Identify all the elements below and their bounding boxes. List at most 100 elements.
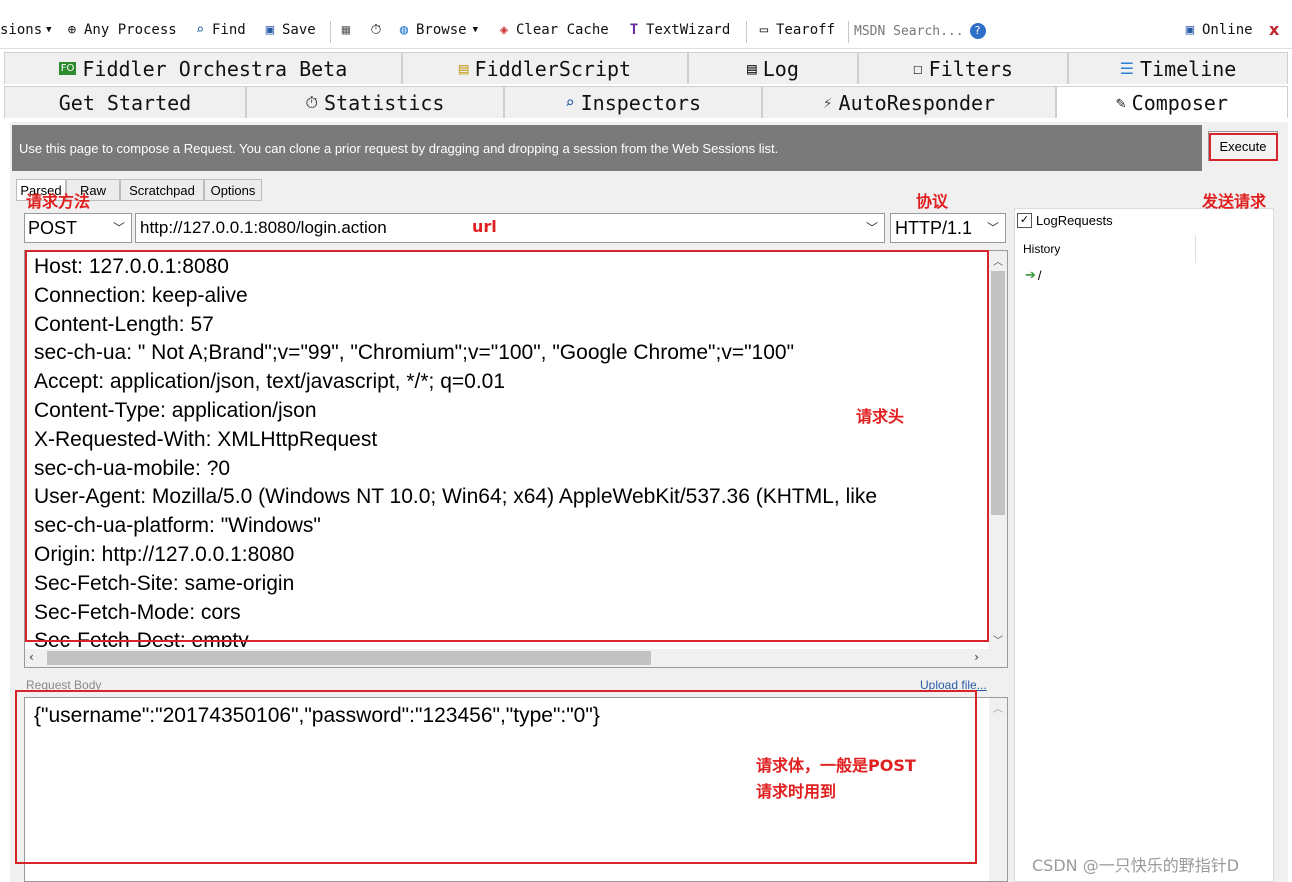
method-select[interactable]: POST ﹀: [24, 213, 132, 243]
request-body-text: {"username":"20174350106","password":"12…: [34, 704, 600, 728]
msdn-search-placeholder: MSDN Search...: [854, 24, 964, 39]
tab-get-started[interactable]: Get Started: [4, 86, 246, 118]
network-icon: ▣: [1182, 22, 1198, 38]
toolbar-separator: [848, 21, 849, 43]
protocol-value: HTTP/1.1: [895, 218, 972, 239]
inspect-icon: ⌕: [565, 93, 575, 112]
tab-label: Inspectors: [581, 91, 701, 115]
tab-timeline[interactable]: ☰ Timeline: [1068, 52, 1288, 84]
header-line: sec-ch-ua-platform: "Windows": [34, 512, 976, 541]
header-line: Sec-Fetch-Dest: empty: [34, 627, 976, 647]
clear-cache-button[interactable]: ◈ Clear Cache: [496, 22, 609, 38]
tab-log[interactable]: ▤ Log: [688, 52, 858, 84]
save-button[interactable]: ▣ Save: [262, 22, 316, 38]
vertical-scrollbar[interactable]: ︿: [989, 698, 1007, 881]
tab-statistics[interactable]: ⏱ Statistics: [246, 86, 504, 118]
method-value: POST: [28, 218, 77, 239]
scroll-down-icon[interactable]: ﹀: [993, 632, 1003, 647]
request-arrow-icon: ➔: [1025, 267, 1036, 283]
chevron-down-icon: ﹀: [866, 219, 878, 236]
close-button[interactable]: x: [1269, 20, 1279, 39]
request-body-editor[interactable]: {"username":"20174350106","password":"12…: [24, 697, 1008, 882]
browse-label: Browse: [416, 22, 467, 38]
header-line: Host: 127.0.0.1:8080: [34, 253, 976, 282]
horizontal-scrollbar[interactable]: ‹ ›: [25, 649, 1007, 667]
close-icon: x: [1269, 20, 1279, 39]
history-item-label: /: [1038, 268, 1042, 283]
tab-fiddler-orchestra[interactable]: FO Fiddler Orchestra Beta: [4, 52, 402, 84]
request-body-label: Request Body: [26, 678, 101, 692]
textwizard-button[interactable]: T TextWizard: [626, 22, 730, 38]
history-item[interactable]: ➔ /: [1025, 267, 1042, 283]
fo-badge-icon: FO: [59, 62, 77, 75]
timer-button[interactable]: ⏱: [368, 22, 388, 38]
any-process-button[interactable]: ⊕ Any Process: [64, 22, 177, 38]
history-panel: ✓ LogRequests History ➔ /: [1014, 208, 1274, 882]
header-line: X-Requested-With: XMLHttpRequest: [34, 426, 976, 455]
msdn-search-input[interactable]: MSDN Search... ?: [854, 20, 1006, 42]
lightning-icon: ⚡: [823, 93, 833, 112]
log-icon: ▤: [747, 59, 757, 78]
tab-composer[interactable]: ✎ Composer: [1056, 86, 1288, 118]
scroll-up-icon[interactable]: ︿: [993, 253, 1003, 268]
checkbox-checked-icon: ✓: [1017, 213, 1032, 228]
tearoff-label: Tearoff: [776, 22, 835, 38]
protocol-select[interactable]: HTTP/1.1 ﹀: [890, 213, 1006, 243]
upload-file-link[interactable]: Upload file...: [920, 678, 987, 692]
tab-label: Composer: [1132, 91, 1228, 115]
browse-button[interactable]: ◍ Browse ▼: [396, 22, 478, 38]
vertical-scrollbar[interactable]: ︿ ﹀: [989, 251, 1007, 649]
toolbar-separator: [746, 21, 747, 43]
tab-row-2: Get Started ⏱ Statistics ⌕ Inspectors ⚡ …: [4, 86, 1288, 118]
scroll-right-icon[interactable]: ›: [974, 650, 979, 664]
dropdown-arrow-icon: ▼: [46, 25, 51, 35]
online-indicator[interactable]: ▣ Online: [1182, 22, 1253, 38]
execute-button[interactable]: Execute: [1208, 131, 1278, 161]
tab-inspectors[interactable]: ⌕ Inspectors: [504, 86, 762, 118]
url-input[interactable]: http://127.0.0.1:8080/login.action ﹀: [135, 213, 885, 243]
tab-autoresponder[interactable]: ⚡ AutoResponder: [762, 86, 1056, 118]
annotation-headers: 请求头: [856, 403, 904, 427]
toolbar: sions ▼ ⊕ Any Process ⌕ Find ▣ Save ▦ ⏱ …: [0, 16, 1292, 49]
tab-filters[interactable]: ☐ Filters: [858, 52, 1068, 84]
tearoff-button[interactable]: ▭ Tearoff: [756, 22, 835, 38]
binoculars-icon: ⌕: [192, 22, 208, 38]
chevron-down-icon: ﹀: [987, 219, 999, 236]
tab-label: Timeline: [1140, 57, 1236, 81]
tearoff-icon: ▭: [756, 22, 772, 38]
header-line: User-Agent: Mozilla/5.0 (Windows NT 10.0…: [34, 483, 976, 512]
scroll-up-icon[interactable]: ︿: [993, 700, 1003, 715]
log-requests-checkbox[interactable]: ✓ LogRequests: [1017, 213, 1113, 228]
script-icon: ▤: [459, 59, 469, 78]
dropdown-arrow-icon: ▼: [473, 25, 478, 35]
tab-label: Fiddler Orchestra Beta: [82, 57, 347, 81]
tab-fiddlerscript[interactable]: ▤ FiddlerScript: [402, 52, 688, 84]
crosshair-icon: ⊕: [64, 22, 80, 38]
history-header: History: [1015, 235, 1196, 263]
headers-text: Host: 127.0.0.1:8080 Connection: keep-al…: [34, 253, 976, 647]
compose-icon: ✎: [1116, 93, 1126, 112]
scroll-thumb[interactable]: [991, 271, 1005, 515]
find-button[interactable]: ⌕ Find: [192, 22, 246, 38]
textwizard-label: TextWizard: [646, 22, 730, 38]
subtab-label: Scratchpad: [129, 183, 195, 198]
scroll-thumb[interactable]: [47, 651, 651, 665]
annotation-body-line2: 请求时用到: [756, 778, 836, 802]
log-requests-label: LogRequests: [1036, 213, 1113, 228]
subtab-label: Options: [211, 183, 256, 198]
subtab-options[interactable]: Options: [204, 179, 262, 201]
screenshot-button[interactable]: ▦: [338, 22, 358, 38]
help-icon[interactable]: ?: [970, 23, 986, 39]
tab-label: Statistics: [324, 91, 444, 115]
header-line: Accept: application/json, text/javascrip…: [34, 368, 976, 397]
annotation-method: 请求方法: [26, 188, 90, 212]
header-line: Sec-Fetch-Mode: cors: [34, 599, 976, 628]
tab-row-1: FO Fiddler Orchestra Beta ▤ FiddlerScrip…: [4, 52, 1288, 84]
timeline-icon: ☰: [1120, 59, 1134, 78]
request-headers-editor[interactable]: Host: 127.0.0.1:8080 Connection: keep-al…: [24, 250, 1008, 668]
sessions-menu[interactable]: sions ▼: [0, 22, 52, 38]
subtab-scratchpad[interactable]: Scratchpad: [120, 179, 204, 201]
scroll-left-icon[interactable]: ‹: [29, 650, 34, 664]
textwizard-icon: T: [626, 22, 642, 38]
annotation-send: 发送请求: [1202, 188, 1266, 212]
